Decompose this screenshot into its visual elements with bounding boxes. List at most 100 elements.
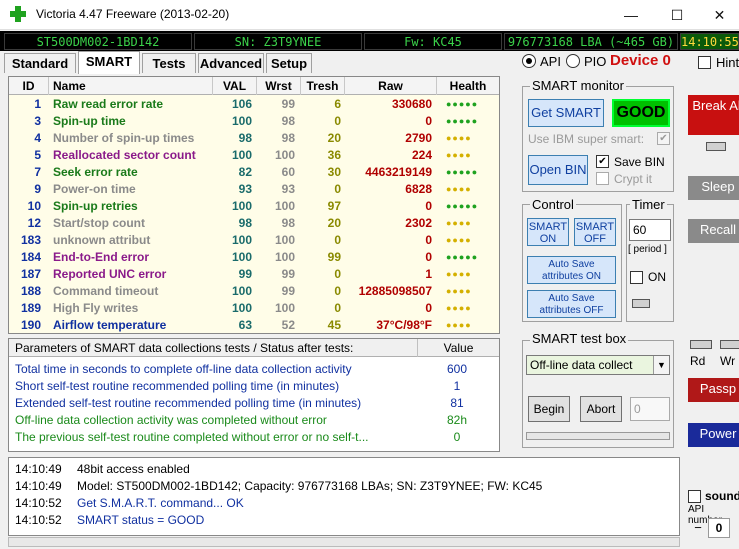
attr-raw: 0 [425, 199, 432, 213]
table-row[interactable]: 189 High Fly writes 100 100 0 0 ●●●● [9, 300, 499, 317]
attr-threshold: 0 [334, 267, 341, 281]
open-bin-button[interactable]: Open BIN [528, 155, 588, 185]
tab-smart[interactable]: SMART [78, 51, 140, 74]
attr-name: Command timeout [53, 284, 159, 298]
auto-save-on-button[interactable]: Auto Save attributes ON [527, 256, 616, 284]
save-bin-checkbox[interactable]: ✔ [596, 155, 609, 168]
table-row[interactable]: 187 Reported UNC error 99 99 0 1 ●●●● [9, 266, 499, 283]
attr-val: 100 [231, 284, 252, 298]
attr-health: ●●●● [446, 235, 472, 245]
table-header: ID Name VAL Wrst Tresh Raw Health [9, 77, 499, 95]
timer-period-input[interactable]: 60 [629, 219, 671, 241]
smart-on-button[interactable]: SMART ON [527, 218, 569, 246]
break-all-button[interactable]: Break All [688, 95, 739, 135]
use-ibm-label: Use IBM super smart: [528, 132, 645, 146]
api-number-decrement[interactable]: − [688, 518, 708, 538]
maximize-button[interactable]: ☐ [654, 0, 700, 30]
attr-id: 1 [34, 97, 41, 111]
tab-standard[interactable]: Standard [4, 53, 76, 73]
rd-led [690, 340, 712, 349]
log-time: 14:10:49 [15, 479, 62, 493]
attr-val: 63 [238, 318, 252, 332]
test-type-select[interactable]: Off-line data collect ▼ [526, 355, 670, 375]
api-radio[interactable] [522, 54, 536, 68]
list-item: The previous self-test routine completed… [15, 429, 495, 446]
drive-serial: SN: Z3T9YNEE [194, 33, 362, 50]
table-row[interactable]: 190 Airflow temperature 63 52 45 37°C/98°F ●●●… [9, 317, 499, 333]
attr-id: 10 [27, 199, 41, 213]
table-row[interactable]: 9 Power-on time 93 93 0 6828 ●●●● [9, 181, 499, 198]
attr-health: ●●●● [446, 286, 472, 296]
smart-off-button[interactable]: SMART OFF [574, 218, 616, 246]
attr-health: ●●●●● [446, 99, 479, 109]
attr-id: 4 [34, 131, 41, 145]
power-button[interactable]: Power [688, 423, 739, 447]
table-row[interactable]: 10 Spin-up retries 100 100 97 0 ●●●●● [9, 198, 499, 215]
col-wrst[interactable]: Wrst [257, 77, 301, 95]
col-raw[interactable]: Raw [345, 77, 437, 95]
api-number-value[interactable]: 0 [708, 518, 730, 538]
sound-label: sound [705, 489, 739, 503]
table-row[interactable]: 183 unknown attribut 100 100 0 0 ●●●● [9, 232, 499, 249]
close-button[interactable]: ✕ [700, 0, 739, 30]
col-val[interactable]: VAL [213, 77, 257, 95]
abort-button[interactable]: Abort [580, 396, 622, 422]
table-row[interactable]: 1 Raw read error rate 106 99 6 330680 ●●●●● [9, 96, 499, 113]
col-health[interactable]: Health [437, 77, 499, 95]
attr-id: 189 [20, 301, 41, 315]
chevron-down-icon[interactable]: ▼ [653, 356, 669, 374]
auto-save-off-button[interactable]: Auto Save attributes OFF [527, 290, 616, 318]
drive-firmware: Fw: KC45 [364, 33, 502, 50]
timer-on-checkbox[interactable] [630, 271, 643, 284]
attr-threshold: 0 [334, 182, 341, 196]
table-row[interactable]: 5 Reallocated sector count 100 100 36 224 ●●●● [9, 147, 499, 164]
table-row[interactable]: 4 Number of spin-up times 98 98 20 2790 ●●●● [9, 130, 499, 147]
attr-health: ●●●●● [446, 252, 479, 262]
param-value: 1 [453, 379, 461, 393]
log-horizontal-scrollbar[interactable] [8, 537, 680, 547]
attr-id: 5 [34, 148, 41, 162]
table-row[interactable]: 3 Spin-up time 100 98 0 0 ●●●●● [9, 113, 499, 130]
drive-model: ST500DM002-1BD142 [4, 33, 192, 50]
sleep-button[interactable]: Sleep [688, 176, 739, 200]
list-item: Off-line data collection activity was co… [15, 412, 495, 429]
col-tresh[interactable]: Tresh [301, 77, 345, 95]
log-time: 14:10:52 [15, 496, 62, 510]
get-smart-button[interactable]: Get SMART [528, 99, 604, 127]
attr-threshold: 36 [327, 148, 341, 162]
minimize-button[interactable]: — [608, 0, 654, 30]
tab-tests[interactable]: Tests [142, 53, 196, 73]
table-row[interactable]: 12 Start/stop count 98 98 20 2302 ●●●● [9, 215, 499, 232]
sound-checkbox[interactable] [688, 490, 701, 503]
begin-button[interactable]: Begin [528, 396, 570, 422]
clock: 14:10:55 [680, 33, 739, 50]
table-row[interactable]: 7 Seek error rate 82 60 30 4463219149 ●●●●● [9, 164, 499, 181]
attr-worst: 100 [274, 148, 295, 162]
attr-threshold: 0 [334, 301, 341, 315]
tab-advanced[interactable]: Advanced [198, 53, 264, 73]
crypt-it-checkbox[interactable] [596, 172, 609, 185]
param-value: 82h [446, 413, 468, 427]
col-id[interactable]: ID [9, 77, 49, 95]
log-message: SMART status = GOOD [77, 513, 205, 527]
table-row[interactable]: 184 End-to-End error 100 100 99 0 ●●●●● [9, 249, 499, 266]
passp-button[interactable]: Passp [688, 378, 739, 402]
log-message: Model: ST500DM002-1BD142; Capacity: 9767… [77, 479, 543, 493]
attr-threshold: 97 [327, 199, 341, 213]
recall-button[interactable]: Recall [688, 219, 739, 243]
tab-setup[interactable]: Setup [266, 53, 312, 73]
attr-threshold: 0 [334, 284, 341, 298]
pio-radio[interactable] [566, 54, 580, 68]
attr-raw: 0 [425, 233, 432, 247]
attr-name: Airflow temperature [53, 318, 167, 332]
attr-threshold: 0 [334, 114, 341, 128]
attr-val: 100 [231, 114, 252, 128]
table-row[interactable]: 188 Command timeout 100 99 0 12885098507 ●●●● [9, 283, 499, 300]
params-header: Parameters of SMART data collections tes… [9, 339, 499, 357]
attr-threshold: 20 [327, 216, 341, 230]
use-ibm-checkbox[interactable]: ✔ [657, 132, 670, 145]
col-name[interactable]: Name [49, 77, 213, 95]
attr-worst: 98 [281, 131, 295, 145]
hint-checkbox[interactable] [698, 56, 711, 69]
attr-worst: 52 [281, 318, 295, 332]
